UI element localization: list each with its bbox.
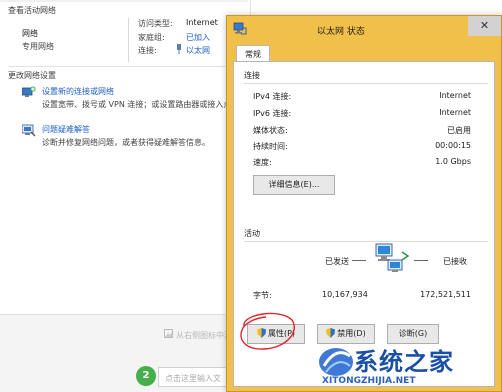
duration-value: 00:00:15 bbox=[435, 141, 471, 150]
ethernet-icon bbox=[176, 44, 182, 54]
ethernet-link[interactable]: 以太网 bbox=[186, 45, 210, 56]
connections-label: 连接: bbox=[138, 46, 157, 55]
network-activity-icon bbox=[372, 242, 412, 278]
duration-label: 持续时间: bbox=[253, 142, 288, 151]
dialog-title: 以太网 状态 bbox=[317, 27, 365, 37]
watermark-text: 系统之家 bbox=[354, 348, 454, 376]
network-adapter-icon bbox=[233, 22, 247, 36]
tab-strip: 常规 bbox=[233, 43, 495, 62]
troubleshoot-link[interactable]: 问题疑难解答 bbox=[42, 124, 90, 135]
image-icon bbox=[164, 329, 173, 338]
group-divider bbox=[244, 241, 488, 242]
network-type: 专用网络 bbox=[22, 42, 54, 51]
ipv6-label: IPv6 连接: bbox=[253, 109, 292, 118]
top-divider bbox=[0, 0, 248, 2]
close-button[interactable]: ✕ bbox=[468, 16, 501, 36]
red-annotation-circle bbox=[236, 306, 298, 352]
sent-label: 已发送 bbox=[325, 257, 349, 266]
ipv4-label: IPv4 连接: bbox=[253, 92, 292, 101]
details-button[interactable]: 详细信息(E)... bbox=[253, 175, 335, 195]
ipv6-value: Internet bbox=[439, 108, 471, 117]
bytes-sent-value: 10,167,934 bbox=[322, 290, 368, 299]
group-divider bbox=[244, 83, 488, 84]
step-number-badge: 2 bbox=[136, 366, 156, 386]
change-settings-header: 更改网络设置 bbox=[8, 71, 56, 80]
bytes-label: 字节: bbox=[253, 291, 272, 300]
media-state-label: 媒体状态: bbox=[253, 126, 288, 135]
connection-group-label: 连接 bbox=[244, 71, 260, 80]
homegroup-label: 家庭组: bbox=[138, 33, 165, 42]
watermark-url: XITONGZHIJIA.NET bbox=[322, 376, 416, 386]
divider bbox=[8, 66, 248, 67]
troubleshoot-icon bbox=[21, 124, 36, 137]
received-label: 已接收 bbox=[443, 257, 467, 266]
setup-connection-link[interactable]: 设置新的连接或网络 bbox=[42, 86, 114, 97]
sent-dash bbox=[352, 260, 366, 261]
access-type-label: 访问类型: bbox=[138, 19, 173, 28]
bytes-received-value: 172,521,511 bbox=[420, 290, 471, 299]
network-name: 网络 bbox=[22, 29, 38, 38]
tab-general[interactable]: 常规 bbox=[236, 45, 270, 62]
homegroup-link[interactable]: 已加入 bbox=[186, 32, 210, 43]
speed-value: 1.0 Gbps bbox=[435, 157, 471, 166]
divider bbox=[128, 18, 129, 62]
activity-group-label: 活动 bbox=[244, 229, 260, 238]
setup-connection-desc: 设置宽带、拨号或 VPN 连接；或设置路由器或接入点。 bbox=[42, 100, 240, 109]
access-type-value: Internet bbox=[186, 18, 218, 27]
title-bar[interactable]: 以太网 状态 ✕ bbox=[227, 16, 501, 43]
ipv4-value: Internet bbox=[439, 91, 471, 100]
media-state-value: 已启用 bbox=[447, 126, 471, 135]
active-networks-header: 查看活动网络 bbox=[8, 6, 56, 15]
new-connection-icon bbox=[21, 86, 36, 98]
troubleshoot-desc: 诊断并修复网络问题，或者获得疑难解答信息。 bbox=[42, 138, 210, 147]
received-dash bbox=[414, 260, 428, 261]
speed-label: 速度: bbox=[253, 158, 272, 167]
